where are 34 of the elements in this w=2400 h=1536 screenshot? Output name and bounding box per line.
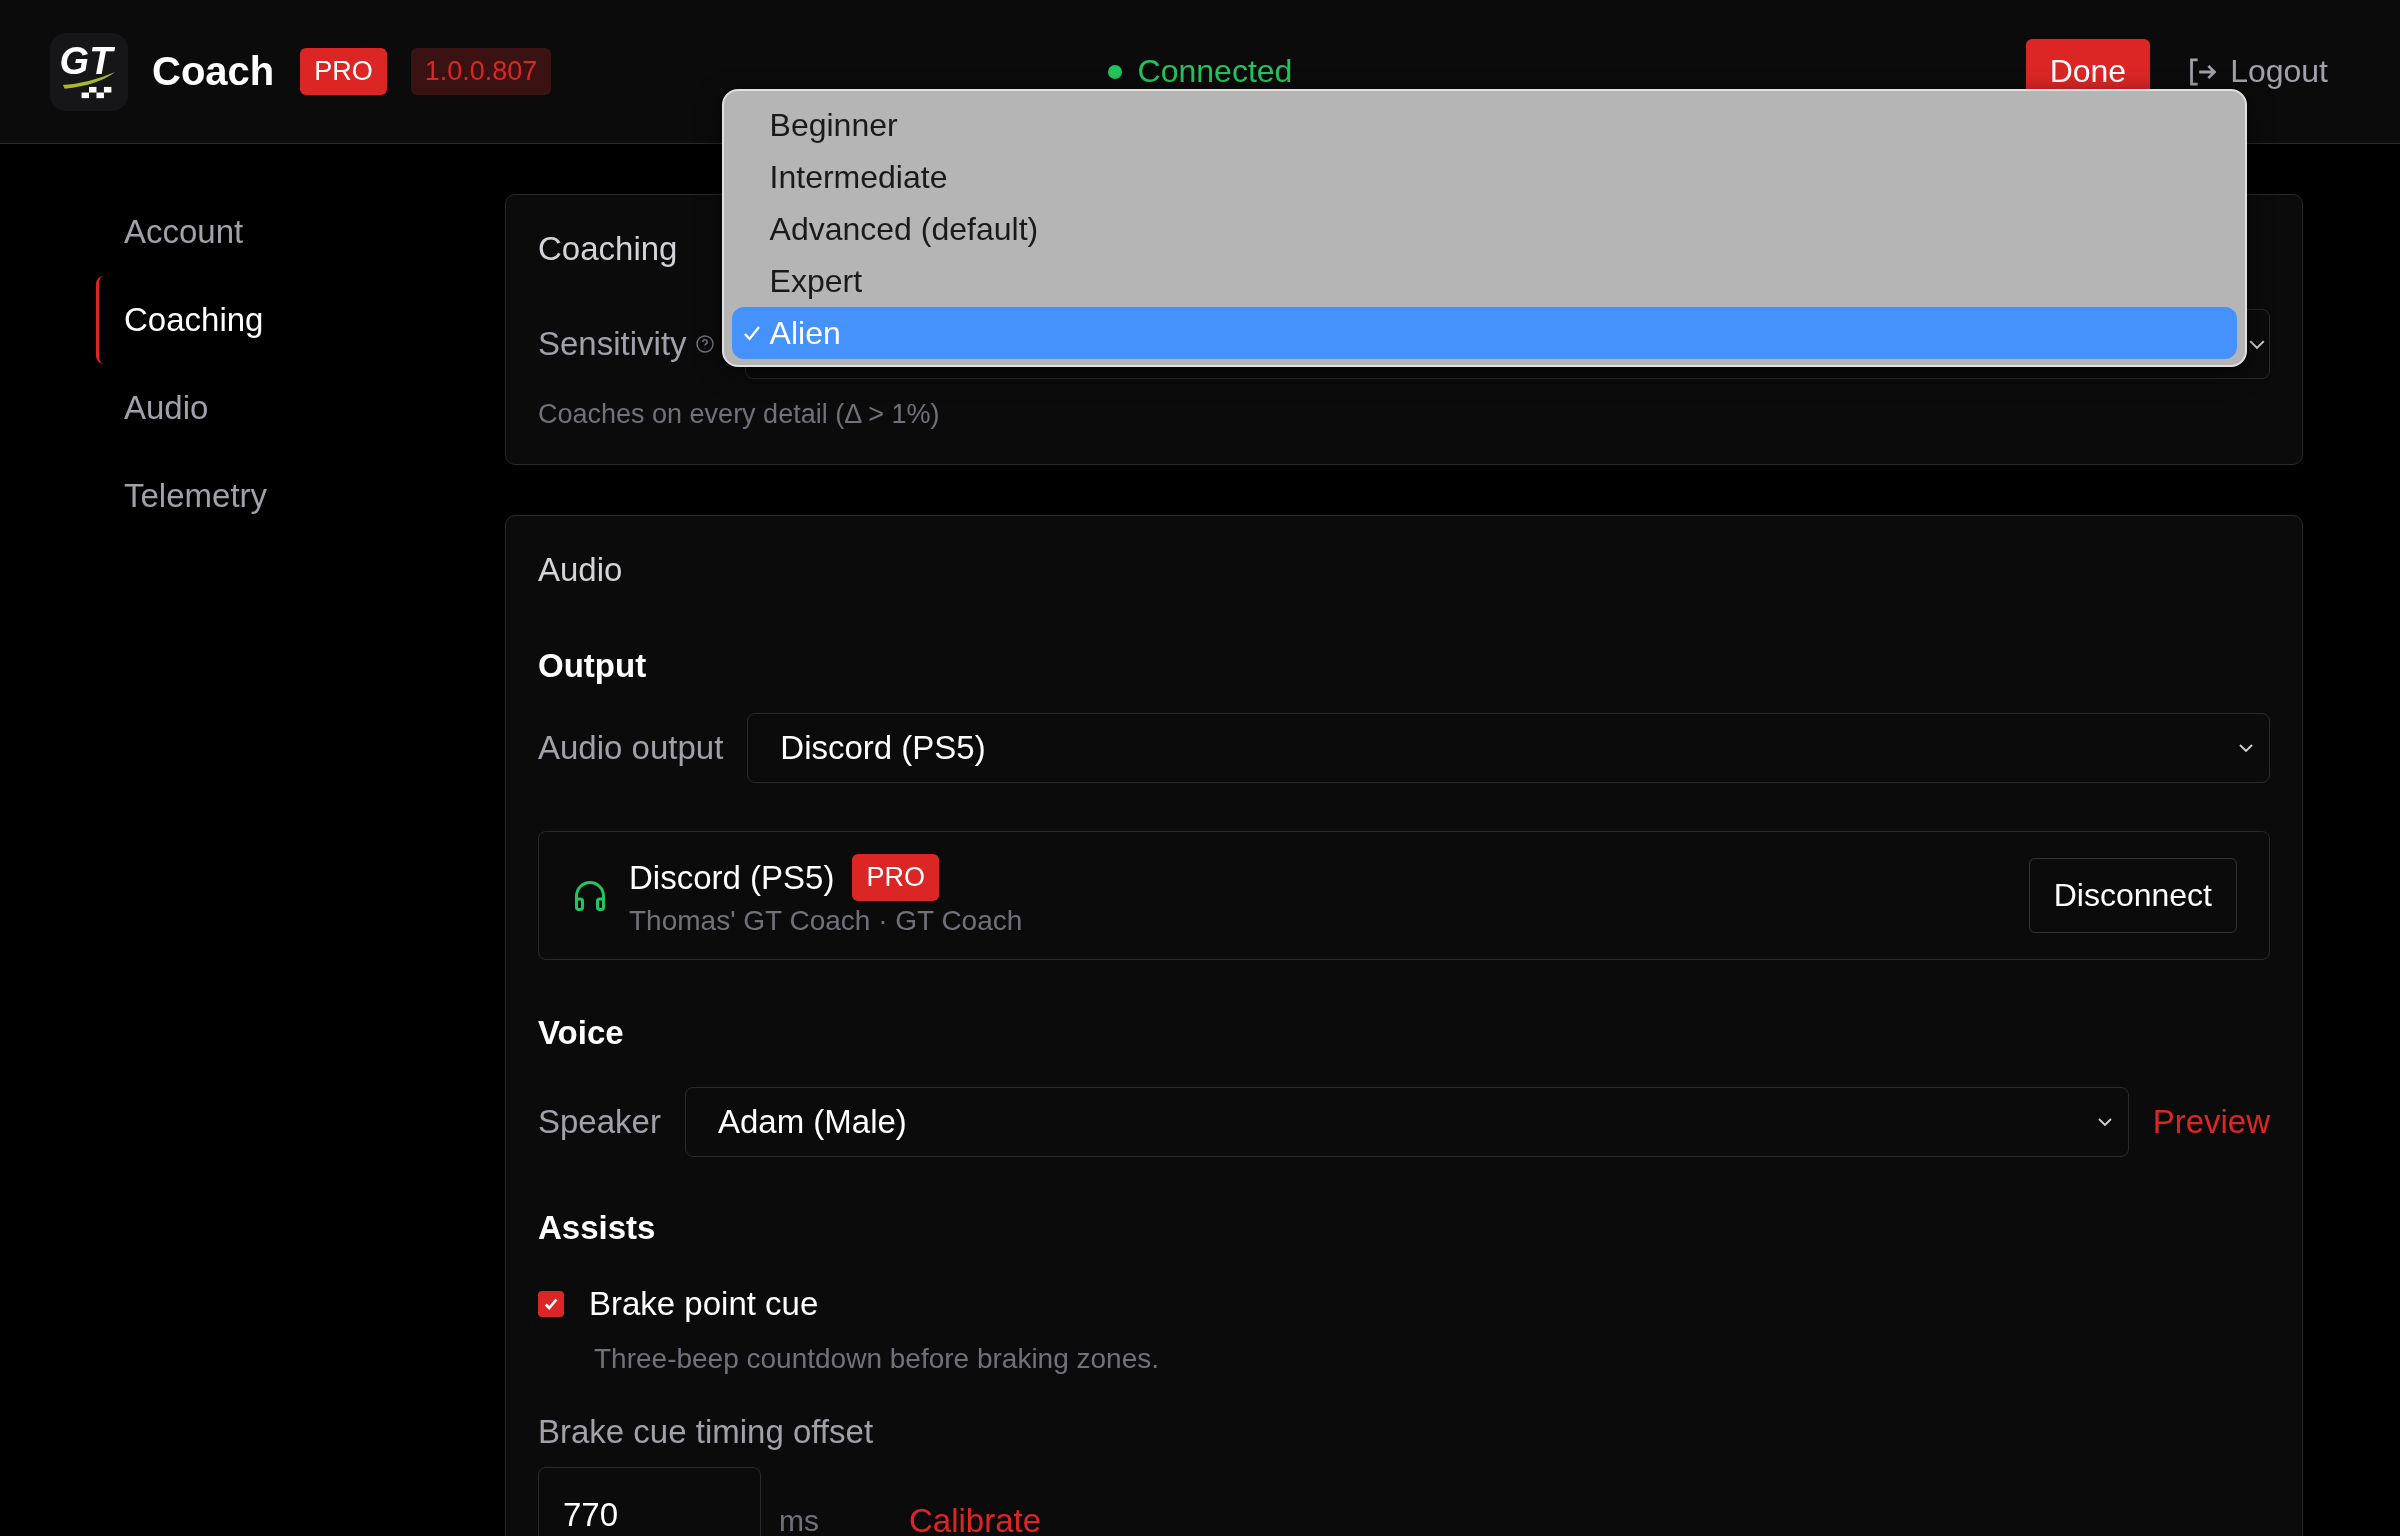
device-subtitle: Thomas' GT Coach · GT Coach [629,905,1024,937]
sidebar-item[interactable]: Audio [96,364,505,452]
card-title: Coaching [538,229,678,269]
field-label: Speaker [538,1103,661,1141]
section-heading: Assists [538,1209,657,1247]
speaker-select[interactable]: Adam (Male) [684,1087,2129,1157]
dropdown-option[interactable]: Intermediate [731,151,2237,203]
field-label: Brake cue timing offset [538,1413,875,1451]
field-label: Sensitivity [538,325,687,363]
logo-text: GT [59,43,113,78]
section-heading: Voice [538,1014,625,1052]
dropdown-option[interactable]: Expert [731,255,2237,307]
preview-link[interactable]: Preview [2152,1103,2270,1141]
sidebar-item[interactable]: Telemetry [96,452,505,540]
sidebar-item[interactable]: Account [96,188,505,276]
description-text: Three-beep countdown before braking zones. [594,1343,1161,1375]
card-title: Audio [538,550,623,590]
calibrate-link[interactable]: Calibrate [909,1472,1042,1536]
dropdown-option[interactable]: Advanced (default) [731,203,2237,255]
disconnect-button[interactable]: Disconnect [2028,858,2237,933]
unit-label: ms [779,1503,819,1536]
field-label: Audio output [538,729,724,767]
section-heading: Output [538,647,648,685]
hint-text: Coaches on every detail (Δ > 1%) [538,399,941,430]
checkbox-label: Brake point cue [589,1285,819,1323]
offset-field[interactable]: 770 [538,1467,761,1536]
device-name: Discord (PS5) [629,858,835,897]
connection-status: Connected [1137,53,1293,90]
pro-badge: PRO [300,48,387,95]
app-name: Coach [152,49,275,94]
pro-badge: PRO [852,854,939,901]
logout-button[interactable]: Logout [2190,53,2328,90]
audio-output-select[interactable]: Discord (PS5) [747,713,2270,783]
version-badge: 1.0.0.807 [410,48,552,95]
